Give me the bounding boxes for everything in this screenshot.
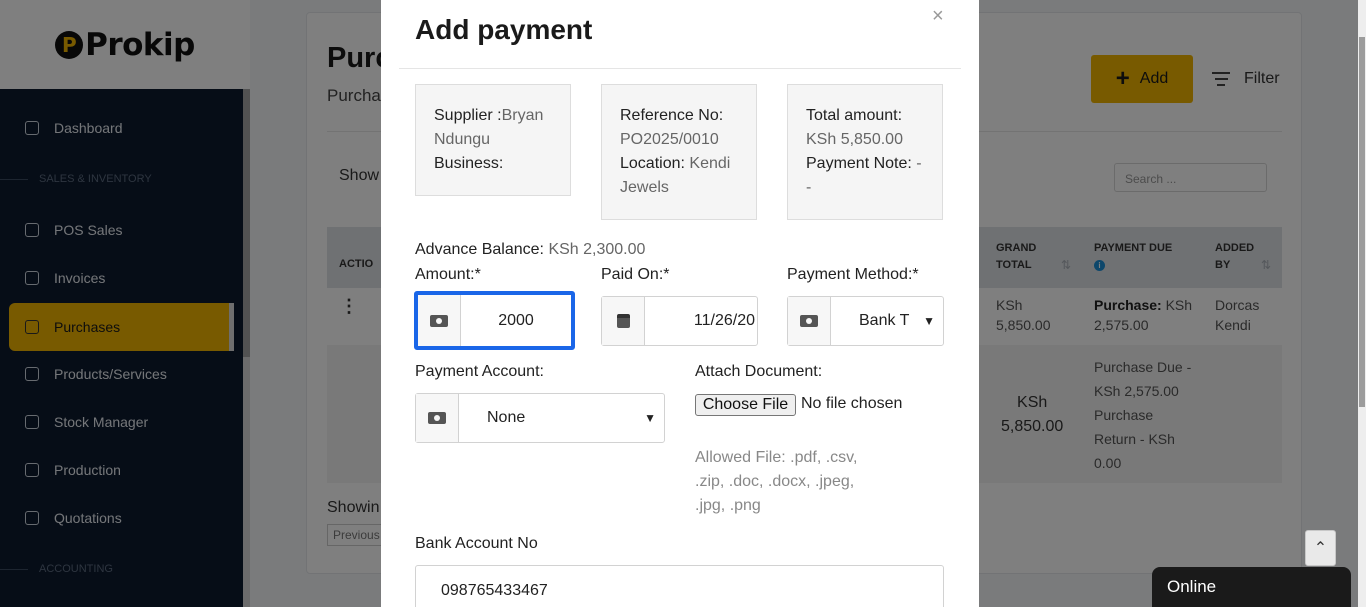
payment-method-select[interactable]: Bank T ▼ — [831, 297, 943, 345]
payment-method-field[interactable]: Bank T ▼ — [787, 296, 944, 346]
choose-file-button[interactable]: Choose File — [695, 394, 796, 416]
amount-field[interactable]: 2000 — [414, 291, 575, 350]
scroll-to-top-button[interactable]: ⌃ — [1305, 530, 1336, 566]
page-scrollbar[interactable] — [1358, 0, 1366, 607]
payment-account-label: Payment Account: — [415, 363, 544, 380]
location-value: Kendi — [689, 155, 731, 172]
chevron-down-icon: ▼ — [644, 411, 656, 425]
total-amount-value: KSh 5,850.00 — [806, 131, 903, 148]
payment-note-value-cont: - — [806, 179, 812, 196]
payment-account-addon — [416, 394, 459, 442]
allowed-file-types: Allowed File: .pdf, .csv, .zip, .doc, .d… — [695, 446, 865, 518]
payment-method-addon — [788, 297, 831, 345]
online-chat-widget[interactable]: Online — [1152, 567, 1351, 607]
modal-title: Add payment — [415, 14, 593, 45]
amount-addon — [418, 295, 461, 346]
reference-value: PO2025/0010 — [620, 131, 719, 148]
business-label: Business: — [434, 155, 504, 172]
amount-input[interactable]: 2000 — [461, 295, 571, 346]
location-value-cont: Jewels — [620, 179, 669, 196]
payment-method-value: Bank T — [859, 312, 910, 329]
bank-account-input[interactable]: 098765433467 — [415, 565, 944, 607]
total-amount-label: Total amount: — [806, 107, 903, 124]
supplier-value-cont: Ndungu — [434, 131, 491, 148]
add-payment-modal: Add payment × Supplier :Bryan Ndungu Bus… — [381, 0, 979, 607]
supplier-value: Bryan — [501, 107, 544, 124]
money-icon — [430, 314, 448, 327]
chevron-down-icon: ▼ — [923, 314, 935, 328]
advance-balance-value: KSh 2,300.00 — [548, 241, 646, 258]
payment-account-value: None — [487, 409, 526, 426]
calendar-icon — [616, 314, 630, 328]
payment-method-label: Payment Method:* — [787, 266, 919, 283]
location-label: Location: — [620, 155, 685, 172]
payment-account-select[interactable]: None ▼ — [459, 394, 664, 442]
close-icon[interactable]: × — [932, 5, 944, 28]
amount-label: Amount:* — [415, 266, 481, 283]
bank-account-label: Bank Account No — [415, 535, 538, 552]
paid-on-input[interactable]: 11/26/20 — [645, 297, 757, 345]
money-icon — [800, 315, 818, 327]
reference-info-box: Reference No: PO2025/0010 Location: Kend… — [601, 84, 757, 220]
paid-on-addon — [602, 297, 645, 345]
payment-account-field[interactable]: None ▼ — [415, 393, 665, 443]
payment-note-value: - — [916, 155, 922, 172]
attach-document-label: Attach Document: — [695, 363, 823, 380]
allowed-line: Allowed File: .pdf, .csv, — [695, 449, 858, 466]
supplier-label: Supplier : — [434, 107, 502, 124]
modal-divider — [399, 68, 961, 69]
payment-note-label: Payment Note: — [806, 155, 912, 172]
reference-label: Reference No: — [620, 107, 724, 124]
total-info-box: Total amount: KSh 5,850.00 Payment Note:… — [787, 84, 943, 220]
supplier-info-box: Supplier :Bryan Ndungu Business: — [415, 84, 571, 196]
paid-on-field[interactable]: 11/26/20 — [601, 296, 758, 346]
paid-on-label: Paid On:* — [601, 266, 670, 283]
advance-balance-label: Advance Balance: — [415, 241, 544, 258]
money-icon — [428, 412, 446, 424]
allowed-line: .zip, .doc, .docx, .jpeg, — [695, 473, 855, 490]
allowed-line: .jpg, .png — [695, 497, 761, 514]
chevron-up-icon: ⌃ — [1313, 540, 1328, 557]
advance-balance: Advance Balance: KSh 2,300.00 — [415, 241, 645, 259]
no-file-text: No file chosen — [801, 395, 903, 412]
